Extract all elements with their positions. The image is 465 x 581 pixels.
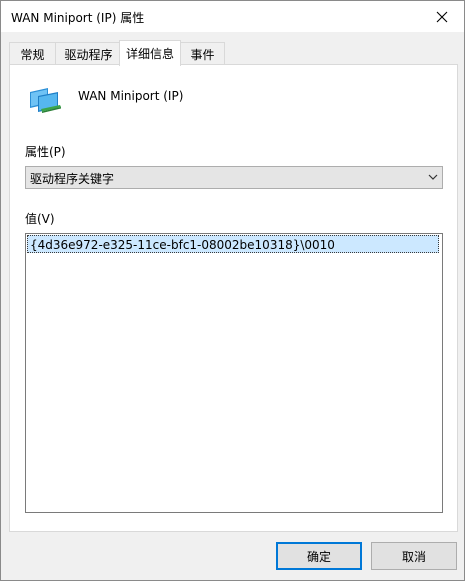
list-item-text: {4d36e972-e325-11ce-bfc1-08002be10318}\0…	[30, 238, 335, 252]
device-name: WAN Miniport (IP)	[78, 89, 184, 103]
property-dropdown[interactable]: 驱动程序关键字	[25, 166, 443, 189]
tab-general[interactable]: 常规	[9, 42, 56, 65]
value-listbox[interactable]: {4d36e972-e325-11ce-bfc1-08002be10318}\0…	[25, 233, 443, 513]
tab-driver[interactable]: 驱动程序	[55, 42, 122, 65]
title-bar: WAN Miniport (IP) 属性	[1, 1, 464, 32]
properties-dialog: WAN Miniport (IP) 属性 常规 驱动程序 详细信息 事件 WAN…	[0, 0, 465, 581]
close-button[interactable]	[419, 1, 464, 32]
details-panel: WAN Miniport (IP) 属性(P) 驱动程序关键字 值(V) {4d…	[9, 64, 458, 532]
close-icon	[436, 11, 447, 22]
tab-details[interactable]: 详细信息	[119, 40, 181, 66]
list-item[interactable]: {4d36e972-e325-11ce-bfc1-08002be10318}\0…	[27, 235, 439, 253]
window-title: WAN Miniport (IP) 属性	[11, 11, 145, 25]
chevron-down-icon	[428, 174, 438, 180]
value-label: 值(V)	[25, 212, 55, 226]
property-selected-value: 驱动程序关键字	[30, 172, 115, 186]
cancel-button[interactable]: 取消	[371, 542, 457, 570]
tab-events[interactable]: 事件	[180, 42, 225, 65]
network-adapter-icon	[30, 88, 61, 113]
ok-button[interactable]: 确定	[276, 542, 362, 570]
property-label: 属性(P)	[25, 145, 66, 159]
